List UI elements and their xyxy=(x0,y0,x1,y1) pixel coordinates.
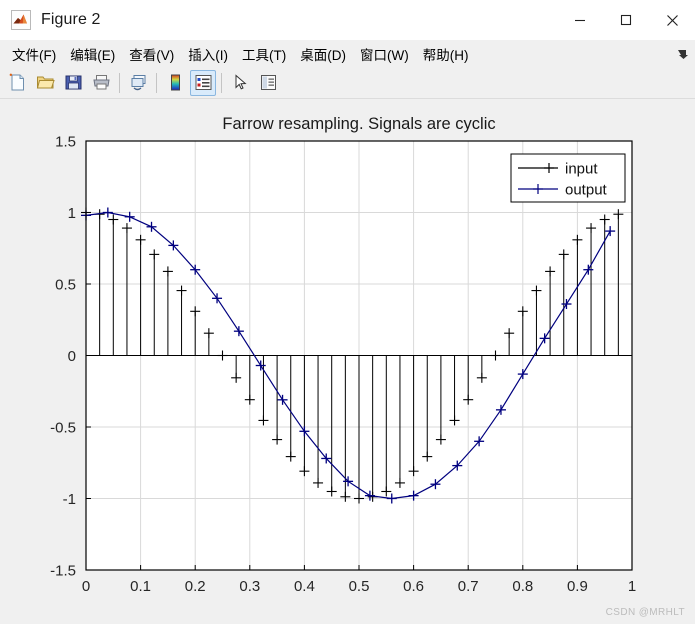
y-tick-label: 0.5 xyxy=(55,277,76,294)
x-tick-label: 0.5 xyxy=(349,578,370,595)
toolbar-separator-1 xyxy=(119,72,120,93)
print-figure-button[interactable] xyxy=(88,70,114,96)
title-bar: Figure 2 xyxy=(0,0,695,40)
y-tick-label: -0.5 xyxy=(50,420,76,437)
maximize-button[interactable] xyxy=(603,0,649,40)
matlab-logo-icon xyxy=(11,10,31,30)
window-controls xyxy=(557,0,695,40)
y-tick-label: 0 xyxy=(68,348,76,365)
link-plot-button[interactable] xyxy=(125,70,151,96)
save-figure-button[interactable] xyxy=(60,70,86,96)
x-tick-label: 1 xyxy=(628,578,636,595)
x-tick-label: 0.4 xyxy=(294,578,315,595)
property-inspector-button[interactable] xyxy=(255,70,281,96)
legend-label-output: output xyxy=(565,182,608,199)
chart-plot[interactable]: 0 0.1 0.2 0.3 0.4 0.5 0.6 0.7 0.8 0.9 1 -1.5 -1 -0.5 0… xyxy=(0,99,695,624)
figure-toolbar xyxy=(0,67,695,99)
chart-legend[interactable]: input output xyxy=(510,153,626,203)
x-tick-label: 0.2 xyxy=(185,578,206,595)
minimize-button[interactable] xyxy=(557,0,603,40)
open-file-button[interactable] xyxy=(32,70,58,96)
figure-canvas[interactable]: 0 0.1 0.2 0.3 0.4 0.5 0.6 0.7 0.8 0.9 1 -1.5 -1 -0.5 0… xyxy=(0,99,695,624)
menu-file[interactable]: 文件(F) xyxy=(5,41,63,67)
figure-window: Figure 2 文件(F) 编辑(E) 查看(V) 插入(I) 工具(T) 桌… xyxy=(0,0,695,624)
menu-bar: 文件(F) 编辑(E) 查看(V) 插入(I) 工具(T) 桌面(D) 窗口(W… xyxy=(0,40,695,67)
new-figure-button[interactable] xyxy=(4,70,30,96)
x-tick-label: 0.8 xyxy=(512,578,533,595)
insert-colorbar-button[interactable] xyxy=(162,70,188,96)
menu-view[interactable]: 查看(V) xyxy=(122,41,181,67)
toolbar-separator-2 xyxy=(156,72,157,93)
insert-legend-button[interactable] xyxy=(190,69,216,96)
x-tick-label: 0 xyxy=(82,578,90,595)
y-tick-label: -1 xyxy=(63,491,76,508)
x-tick-label: 0.1 xyxy=(130,578,151,595)
toolbar-separator-3 xyxy=(221,72,222,93)
watermark-label: CSDN @MRHLT xyxy=(605,607,685,618)
x-tick-label: 0.7 xyxy=(458,578,479,595)
menu-tools[interactable]: 工具(T) xyxy=(235,41,293,67)
chart-title: Farrow resampling. Signals are cyclic xyxy=(222,115,495,133)
menu-help[interactable]: 帮助(H) xyxy=(416,41,476,67)
close-button[interactable] xyxy=(649,0,695,40)
menu-window[interactable]: 窗口(W) xyxy=(353,41,416,67)
menu-overflow-icon[interactable] xyxy=(677,47,689,59)
x-tick-label: 0.9 xyxy=(567,578,588,595)
edit-plot-button[interactable] xyxy=(227,70,253,96)
x-tick-label: 0.6 xyxy=(403,578,424,595)
legend-label-input: input xyxy=(565,161,598,178)
y-tick-label: 1 xyxy=(68,205,76,222)
menu-edit[interactable]: 编辑(E) xyxy=(63,41,122,67)
y-tick-label: -1.5 xyxy=(50,563,76,580)
y-tick-label: 1.5 xyxy=(55,134,76,151)
menu-desktop[interactable]: 桌面(D) xyxy=(293,41,353,67)
menu-insert[interactable]: 插入(I) xyxy=(181,41,235,67)
x-tick-label: 0.3 xyxy=(239,578,260,595)
window-title: Figure 2 xyxy=(41,11,101,28)
